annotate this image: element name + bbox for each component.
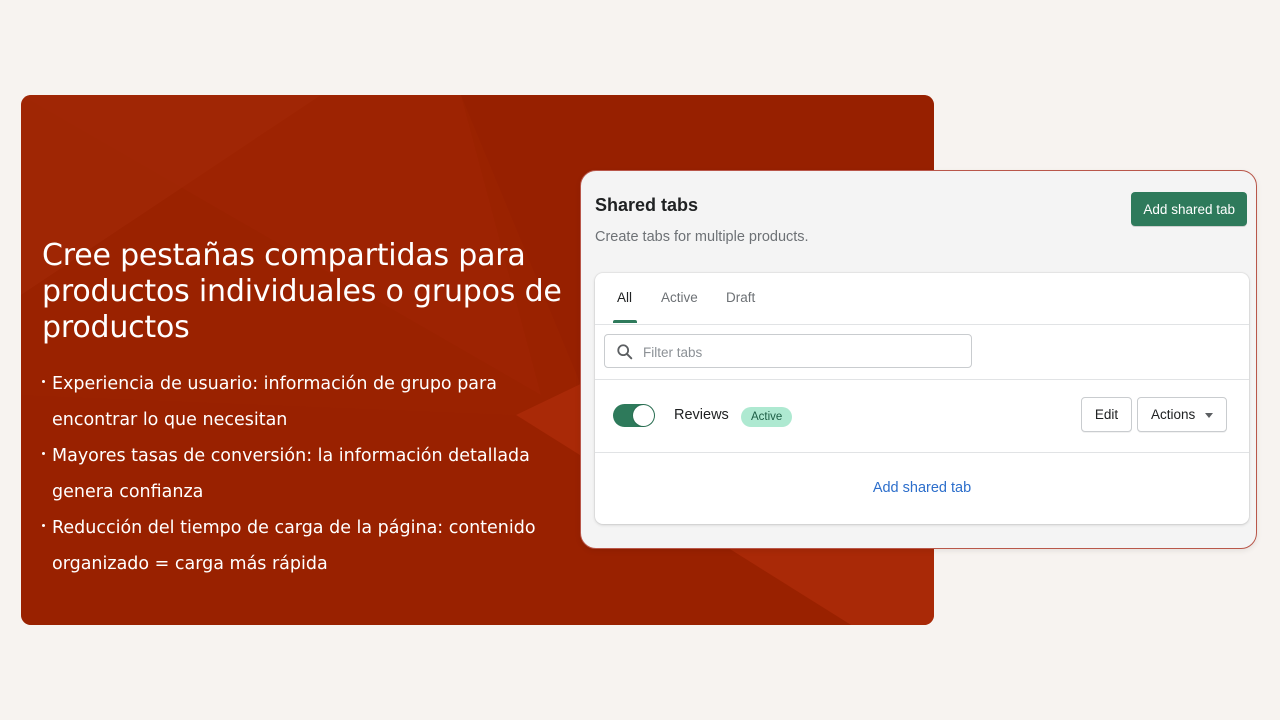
filter-tabs-input[interactable]: [641, 335, 965, 369]
table-row: Reviews Active Edit Actions: [595, 380, 1249, 452]
tab-draft[interactable]: Draft: [726, 290, 755, 305]
actions-dropdown-button[interactable]: Actions: [1137, 397, 1227, 432]
tab-name: Reviews: [674, 407, 729, 423]
status-badge: Active: [741, 407, 793, 427]
card-subtitle: Create tabs for multiple products.: [595, 229, 809, 245]
benefit-text: Reducción del tiempo de carga de la pági…: [52, 518, 536, 574]
tab-all[interactable]: All: [617, 290, 632, 305]
benefit-item: Mayores tasas de conversión: la informac…: [42, 438, 582, 510]
search-icon: [617, 344, 633, 360]
enable-toggle[interactable]: [613, 404, 655, 427]
benefit-list: Experiencia de usuario: información de g…: [42, 366, 582, 582]
actions-label: Actions: [1151, 407, 1196, 422]
add-shared-tab-button[interactable]: Add shared tab: [1131, 192, 1247, 226]
benefit-text: Mayores tasas de conversión: la informac…: [52, 446, 530, 502]
hero-title: Cree pestañas compartidas para productos…: [42, 238, 562, 345]
add-shared-tab-link[interactable]: Add shared tab: [595, 480, 1249, 496]
card-title: Shared tabs: [595, 195, 699, 215]
benefit-item: Reducción del tiempo de carga de la pági…: [42, 510, 582, 582]
toggle-knob: [633, 405, 654, 426]
bullet-icon: [42, 452, 45, 455]
tab-active[interactable]: Active: [661, 290, 698, 305]
caret-down-icon: [1205, 413, 1213, 418]
benefit-text: Experiencia de usuario: información de g…: [52, 374, 497, 430]
edit-button[interactable]: Edit: [1081, 397, 1132, 432]
filter-search-box[interactable]: [604, 334, 972, 369]
tabs-list-panel: All Active Draft Reviews Active Edit Act…: [595, 273, 1249, 524]
benefit-item: Experiencia de usuario: información de g…: [42, 366, 582, 438]
bullet-icon: [42, 524, 45, 527]
selected-tab-indicator: [613, 320, 637, 323]
divider: [595, 452, 1249, 453]
bullet-icon: [42, 380, 45, 383]
shared-tabs-card: Shared tabs Create tabs for multiple pro…: [580, 170, 1257, 549]
filter-tabs: All Active Draft: [595, 273, 1249, 325]
